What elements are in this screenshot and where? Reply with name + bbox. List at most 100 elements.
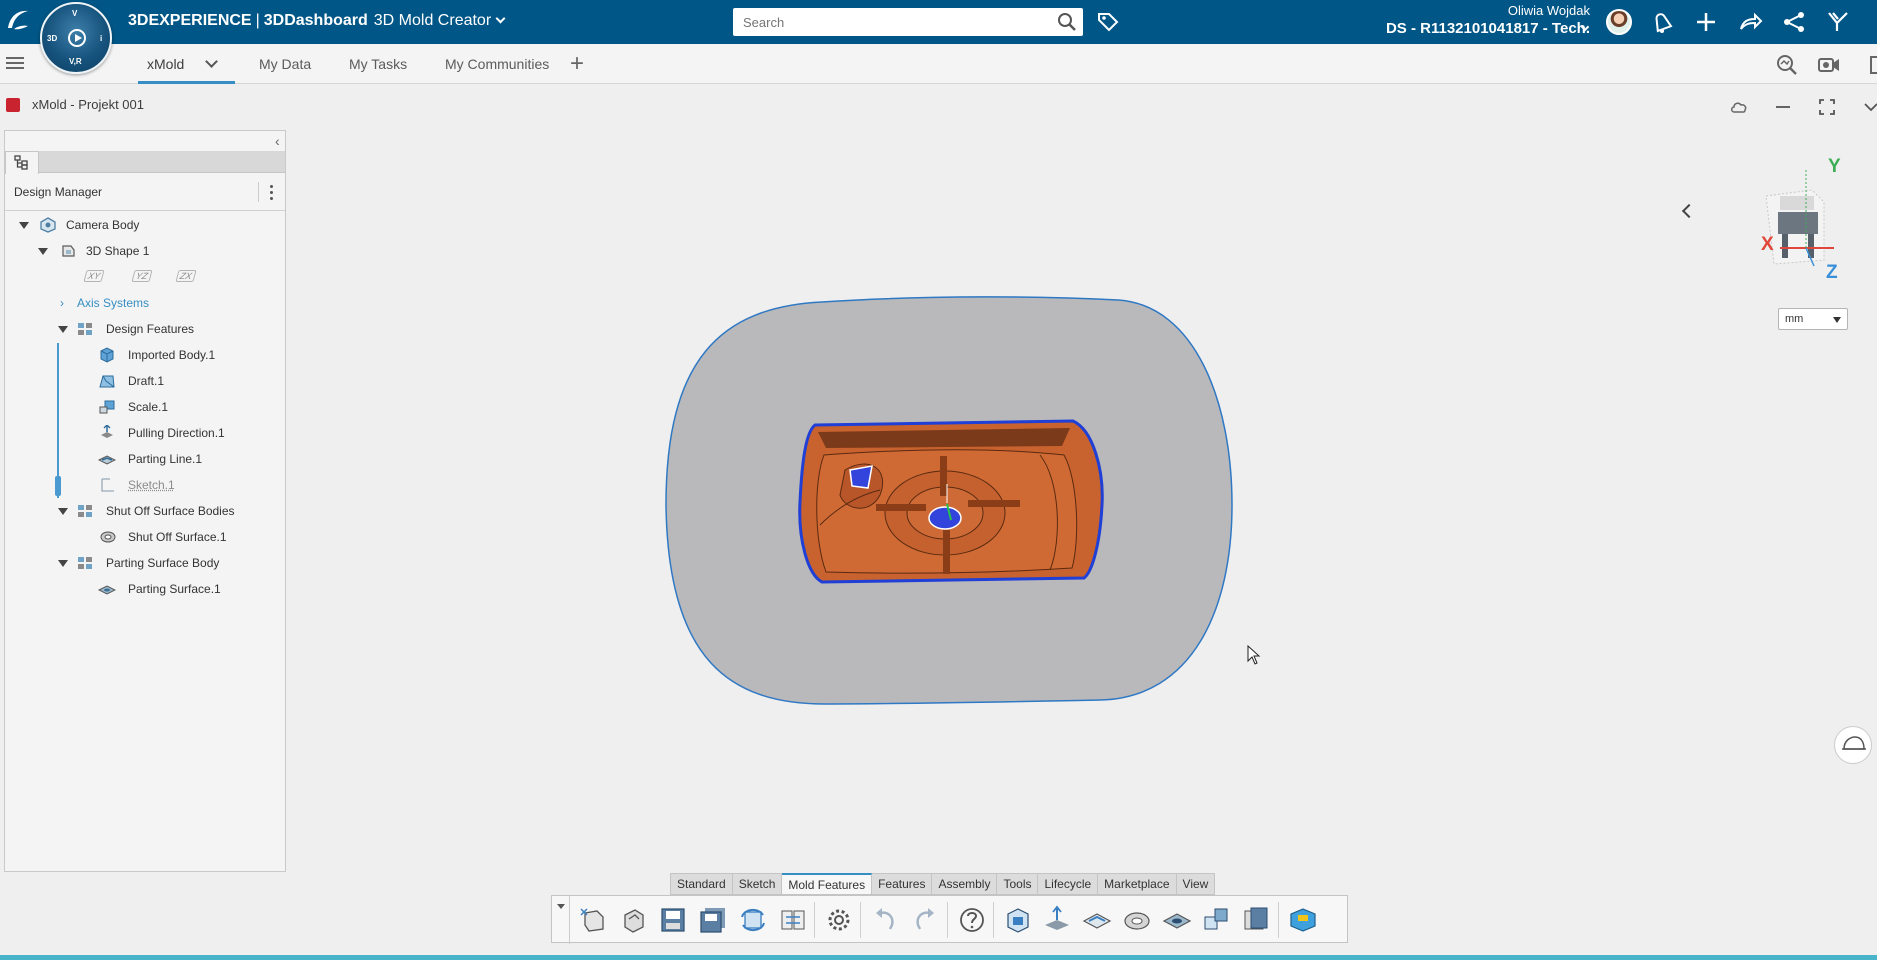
xy-plane-icon[interactable]: XY	[83, 270, 105, 282]
tree-node-label: Axis Systems	[77, 296, 150, 310]
tab-my-communities[interactable]: My Communities	[445, 44, 549, 84]
shut-off-tool-icon[interactable]	[1122, 905, 1152, 935]
tab-assembly[interactable]: Assembly	[932, 873, 998, 895]
split-tool-icon[interactable]	[1201, 905, 1231, 935]
compass-play-icon[interactable]	[68, 29, 86, 47]
parting-surface-tool-icon[interactable]	[1162, 905, 1192, 935]
search-input[interactable]	[733, 8, 1043, 36]
tree-scroll-marker[interactable]	[55, 476, 61, 496]
panel-more-icon[interactable]	[258, 182, 278, 202]
3d-compass[interactable]: V 3D i V,R	[40, 2, 112, 74]
add-tab-button[interactable]: +	[570, 51, 584, 77]
save-icon[interactable]	[658, 905, 688, 935]
search-model-icon[interactable]	[1774, 52, 1800, 78]
collapse-triangle-icon[interactable]	[38, 248, 48, 255]
app-menu-chevron-icon[interactable]	[495, 13, 506, 24]
collapse-triangle-icon[interactable]	[58, 560, 68, 567]
panel-title: Design Manager	[14, 185, 103, 199]
settings-icon[interactable]	[824, 905, 854, 935]
parting-line-tool-icon[interactable]	[1082, 905, 1112, 935]
tab-marketplace[interactable]: Marketplace	[1098, 873, 1177, 895]
avatar[interactable]	[1606, 9, 1632, 35]
video-icon[interactable]	[1816, 52, 1842, 78]
tab-bar: xMold My Data My Tasks My Communities +	[0, 44, 1877, 84]
yz-plane-icon[interactable]: YZ	[131, 270, 153, 282]
tab-my-tasks[interactable]: My Tasks	[349, 44, 407, 84]
tree-node-camera-body[interactable]: Camera Body	[19, 214, 249, 236]
maximize-icon[interactable]	[1817, 97, 1837, 117]
share-network-icon[interactable]	[1781, 9, 1807, 35]
add-icon[interactable]	[1693, 9, 1719, 35]
cloud-icon[interactable]	[1729, 97, 1749, 117]
tree-node-draft[interactable]: Draft.1	[98, 370, 278, 392]
mold-base-icon[interactable]	[1241, 905, 1271, 935]
tab-tools[interactable]: Tools	[997, 873, 1039, 895]
tab-standard[interactable]: Standard	[670, 873, 733, 895]
tree-node-sketch[interactable]: Sketch.1	[98, 474, 278, 496]
tab-mold-features[interactable]: Mold Features	[782, 873, 873, 895]
tab-my-data[interactable]: My Data	[259, 44, 311, 84]
compare-icon[interactable]	[778, 905, 808, 935]
ds-logo-icon[interactable]	[4, 6, 32, 34]
brand-prefix: 3DEXPERIENCE	[128, 12, 252, 29]
minimize-icon[interactable]	[1773, 97, 1793, 117]
tree-node-design-features[interactable]: Design Features	[58, 318, 248, 340]
menu-icon[interactable]	[6, 54, 24, 74]
apps-compass-icon[interactable]	[1825, 9, 1851, 35]
tree-node-axis-systems[interactable]: › Axis Systems	[58, 292, 248, 314]
tree-node-shut-off-surface[interactable]: Shut Off Surface.1	[98, 526, 278, 548]
undo-icon[interactable]	[870, 905, 900, 935]
notification-icon[interactable]	[1649, 9, 1675, 35]
tree-node-label: Imported Body.1	[128, 348, 216, 362]
tab-xmold[interactable]: xMold	[138, 44, 235, 84]
tree-node-scale[interactable]: Scale.1	[98, 396, 278, 418]
tree-node-shut-off-surface-bodies[interactable]: Shut Off Surface Bodies	[58, 500, 258, 522]
search-icon[interactable]	[1057, 12, 1077, 32]
expand-chevron-icon[interactable]: ›	[60, 292, 64, 314]
zx-plane-icon[interactable]: ZX	[175, 270, 197, 282]
orientation-cube[interactable]: X Y Z	[1752, 156, 1852, 286]
units-dropdown[interactable]: mm	[1778, 308, 1848, 330]
mold-part-icon[interactable]	[1003, 905, 1033, 935]
tab-lifecycle[interactable]: Lifecycle	[1038, 873, 1099, 895]
tree-node-imported-body[interactable]: Imported Body.1	[98, 344, 278, 366]
collapse-triangle-icon[interactable]	[19, 222, 29, 229]
save-all-icon[interactable]	[698, 905, 728, 935]
shape-icon	[62, 245, 75, 257]
tree-tab[interactable]	[5, 151, 39, 174]
pulling-direction-tool-icon[interactable]	[1042, 905, 1072, 935]
user-info[interactable]: Oliwia Wojdak DS - R1132101041817 - Tech…	[1300, 3, 1590, 39]
share-forward-icon[interactable]	[1737, 9, 1763, 35]
help-icon[interactable]	[957, 905, 987, 935]
collapse-triangle-icon[interactable]	[58, 508, 68, 515]
tab-features[interactable]: Features	[872, 873, 933, 895]
x-axis-label: X	[1761, 234, 1774, 255]
tree-node-parting-surface-body[interactable]: Parting Surface Body	[58, 552, 258, 574]
draft-icon	[99, 375, 115, 388]
y-axis-label: Y	[1828, 156, 1841, 177]
collapse-triangle-icon[interactable]	[58, 326, 68, 333]
tag-icon[interactable]	[1096, 10, 1120, 34]
panel-tab-strip	[5, 151, 285, 173]
collapse-panel-icon[interactable]: ‹	[275, 133, 280, 149]
open-icon[interactable]	[619, 905, 649, 935]
expand-side-panel-icon[interactable]	[1681, 203, 1697, 219]
tab-view[interactable]: View	[1176, 873, 1216, 895]
core-model	[798, 419, 1104, 584]
refresh-icon[interactable]	[738, 905, 768, 935]
assistant-button[interactable]	[1834, 726, 1872, 764]
tree-node-parting-line[interactable]: Parting Line.1	[98, 448, 278, 470]
render-icon[interactable]	[1288, 905, 1318, 935]
action-bar-dropdown-icon[interactable]	[552, 896, 570, 944]
window-chevron-down-icon[interactable]	[1861, 97, 1877, 117]
side-panel-icon[interactable]	[1870, 56, 1877, 74]
tree-node-3d-shape[interactable]: 3D Shape 1	[38, 240, 248, 262]
new-icon[interactable]	[579, 905, 609, 935]
top-bar: V 3D i V,R 3DEXPERIENCE | 3DDashboard 3D Mo…	[0, 0, 1877, 74]
tree-node-pulling-direction[interactable]: Pulling Direction.1	[98, 422, 278, 444]
redo-icon[interactable]	[910, 905, 940, 935]
tree-node-parting-surface[interactable]: Parting Surface.1	[98, 578, 278, 600]
tab-sketch[interactable]: Sketch	[732, 873, 783, 895]
brand-title[interactable]: 3DEXPERIENCE | 3DDashboard 3D Mold Creator	[128, 12, 506, 30]
compass-left-label: 3D	[47, 34, 58, 43]
